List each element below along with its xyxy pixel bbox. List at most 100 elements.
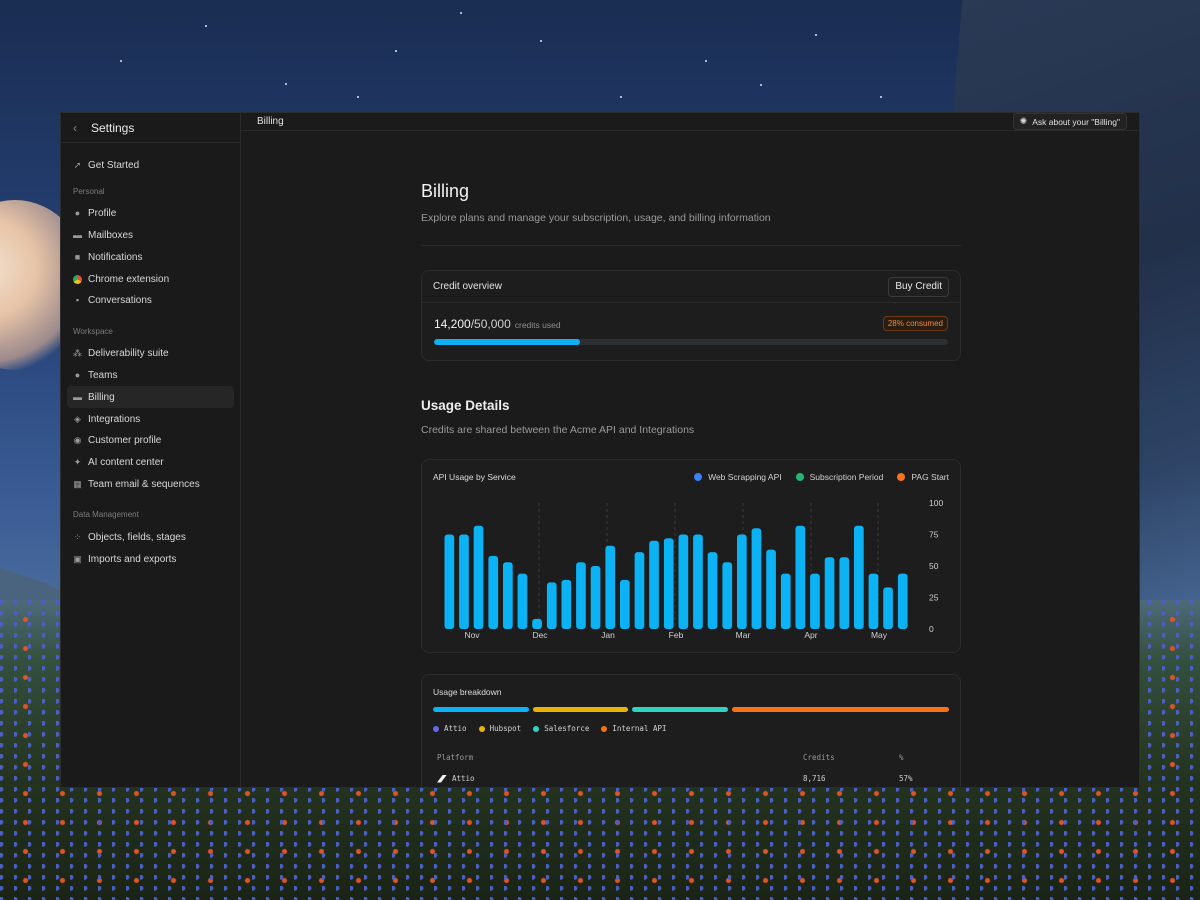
back-chevron-icon[interactable]: ‹ (73, 121, 91, 135)
chart-bar[interactable] (620, 579, 630, 629)
sidebar-item-integrations[interactable]: ◈ Integrations (67, 408, 234, 430)
sidebar-item-mailboxes[interactable]: ▬ Mailboxes (67, 225, 234, 247)
settings-window: ‹ Settings ➚ Get Started Personal ● Prof… (60, 112, 1140, 788)
breadcrumb: Billing (257, 116, 284, 127)
chart-bar[interactable] (854, 525, 864, 629)
platform-cell: Attio (437, 774, 803, 783)
chart-bar[interactable] (707, 552, 718, 629)
chart-bar[interactable] (693, 534, 703, 630)
sidebar-item-ai-content-center[interactable]: ✦ AI content center (67, 452, 234, 474)
chart-bar[interactable] (649, 540, 659, 629)
legend-label: PAG Start (911, 472, 949, 482)
table-row[interactable]: Attio 8,716 57% (433, 774, 949, 783)
chart-bar[interactable] (795, 525, 806, 629)
divider (421, 245, 961, 246)
ask-ai-button[interactable]: ✺ Ask about your "Billing" (1012, 113, 1127, 130)
chart-bar[interactable] (546, 582, 557, 629)
sidebar-item-chrome-extension[interactable]: Chrome extension (67, 268, 234, 290)
chart-bar[interactable] (751, 528, 762, 629)
sidebar-item-objects-fields-stages[interactable]: ⁘ Objects, fields, stages (67, 526, 234, 548)
legend-label: Attio (444, 724, 467, 733)
sidebar-section-workspace: Workspace (73, 326, 113, 336)
chart-bar[interactable] (737, 534, 747, 630)
chart-bar[interactable] (780, 573, 791, 629)
chart-bar[interactable] (517, 573, 528, 629)
chart-bar[interactable] (663, 538, 674, 629)
credits-total-value: /50,000 (470, 316, 511, 331)
sidebar-item-billing[interactable]: ▬ Billing (67, 386, 234, 409)
chart-bar[interactable] (883, 587, 893, 629)
chart-bar[interactable] (678, 534, 689, 630)
breakdown-legend-attio: Attio (433, 724, 467, 733)
sidebar-item-deliverability-suite[interactable]: ⁂ Deliverability suite (67, 343, 234, 365)
credit-progress-track (434, 339, 948, 345)
chart-bar[interactable] (605, 545, 616, 629)
breakdown-segment-attio (433, 707, 529, 712)
chart-bar[interactable] (766, 549, 776, 629)
chart-legend: Web Scrapping API Subscription Period PA… (694, 472, 949, 482)
chart-bar[interactable] (473, 525, 484, 629)
sidebar-item-customer-profile[interactable]: ◉ Customer profile (67, 430, 234, 452)
legend-item-subscription-period[interactable]: Subscription Period (795, 472, 883, 482)
sidebar-item-notifications[interactable]: ■ Notifications (67, 246, 234, 268)
column-header-percent: % (899, 753, 904, 762)
chart-bar[interactable] (839, 557, 850, 629)
breakdown-segment-internal-api (731, 707, 950, 712)
usage-breakdown-legend: Attio Hubspot Salesforce Internal API (433, 724, 949, 733)
chart-bar[interactable] (488, 555, 499, 629)
chart-bar[interactable] (444, 534, 455, 630)
sidebar-item-team-email-sequences[interactable]: ▦ Team email & sequences (67, 474, 234, 496)
usage-breakdown-card: Usage breakdown Attio Hubspot Salesforce… (421, 674, 961, 787)
chart-bar[interactable] (824, 557, 835, 629)
breakdown-legend-hubspot: Hubspot (478, 724, 521, 733)
sidebar-item-profile[interactable]: ● Profile (67, 203, 234, 225)
page-title: Billing (421, 181, 470, 201)
grid-icon: ▦ (73, 478, 82, 489)
legend-item-pag-start[interactable]: PAG Start (897, 472, 949, 482)
ask-ai-button-label: Ask about your "Billing" (1032, 116, 1120, 127)
credits-used-label: credits used (514, 319, 561, 330)
chart-bar[interactable] (459, 534, 469, 630)
chart-bar[interactable] (590, 566, 601, 629)
chart-bar[interactable] (561, 579, 572, 629)
chart-bar[interactable] (868, 573, 879, 629)
credit-overview-card: Credit overview Buy Credit 14,200/50,000… (421, 270, 961, 361)
sidebar-item-label: Teams (88, 369, 118, 381)
chart-bar[interactable] (532, 618, 542, 629)
credit-usage-numbers: 14,200/50,000 credits used (434, 317, 561, 331)
user-icon: ● (74, 208, 81, 219)
objects-icon: ⁘ (73, 531, 82, 542)
buy-credit-button[interactable]: Buy Credit (888, 276, 949, 297)
legend-dot (478, 725, 485, 732)
sidebar-item-imports-exports[interactable]: ▣ Imports and exports (67, 548, 234, 570)
sidebar-item-label: Deliverability suite (88, 348, 169, 360)
sidebar-title: Settings (91, 120, 135, 135)
y-tick-label: 100 (929, 498, 943, 508)
chart-bar[interactable] (634, 552, 645, 629)
sidebar-item-teams[interactable]: ● Teams (67, 365, 234, 387)
sidebar-item-get-started[interactable]: ➚ Get Started (67, 155, 234, 177)
chart-bar[interactable] (897, 573, 908, 629)
chart-bar[interactable] (576, 562, 586, 629)
sidebar-item-label: Mailboxes (88, 229, 134, 241)
api-usage-chart-card: 100 75 50 25 0 Nov Dec Jan Feb Mar Apr May API Usag… (421, 459, 961, 653)
sidebar-section-personal: Personal (73, 186, 105, 196)
legend-dot (601, 725, 608, 732)
main-panel: Billing ✺ Ask about your "Billing" Billi… (241, 113, 1139, 787)
legend-dot (433, 725, 439, 732)
credits-used-value: 14,200 (434, 316, 471, 331)
usage-breakdown-title: Usage breakdown (433, 687, 502, 697)
chart-bar[interactable] (503, 562, 513, 629)
column-header-platform: Platform (437, 753, 474, 762)
legend-item-web-scrapping-api[interactable]: Web Scrapping API (694, 472, 782, 482)
y-tick-label: 75 (929, 530, 939, 540)
chart-bar[interactable] (722, 562, 733, 629)
chart-bar[interactable] (810, 573, 820, 629)
x-tick-label: May (871, 630, 888, 640)
legend-dot (897, 473, 906, 481)
chart-header: API Usage by Service Web Scrapping API S… (433, 472, 949, 482)
legend-label: Internal API (612, 724, 667, 733)
sidebar-item-label: Integrations (88, 413, 141, 425)
sidebar-item-conversations[interactable]: ▪ Conversations (67, 290, 234, 312)
billing-content: Billing Explore plans and manage your su… (421, 131, 961, 787)
